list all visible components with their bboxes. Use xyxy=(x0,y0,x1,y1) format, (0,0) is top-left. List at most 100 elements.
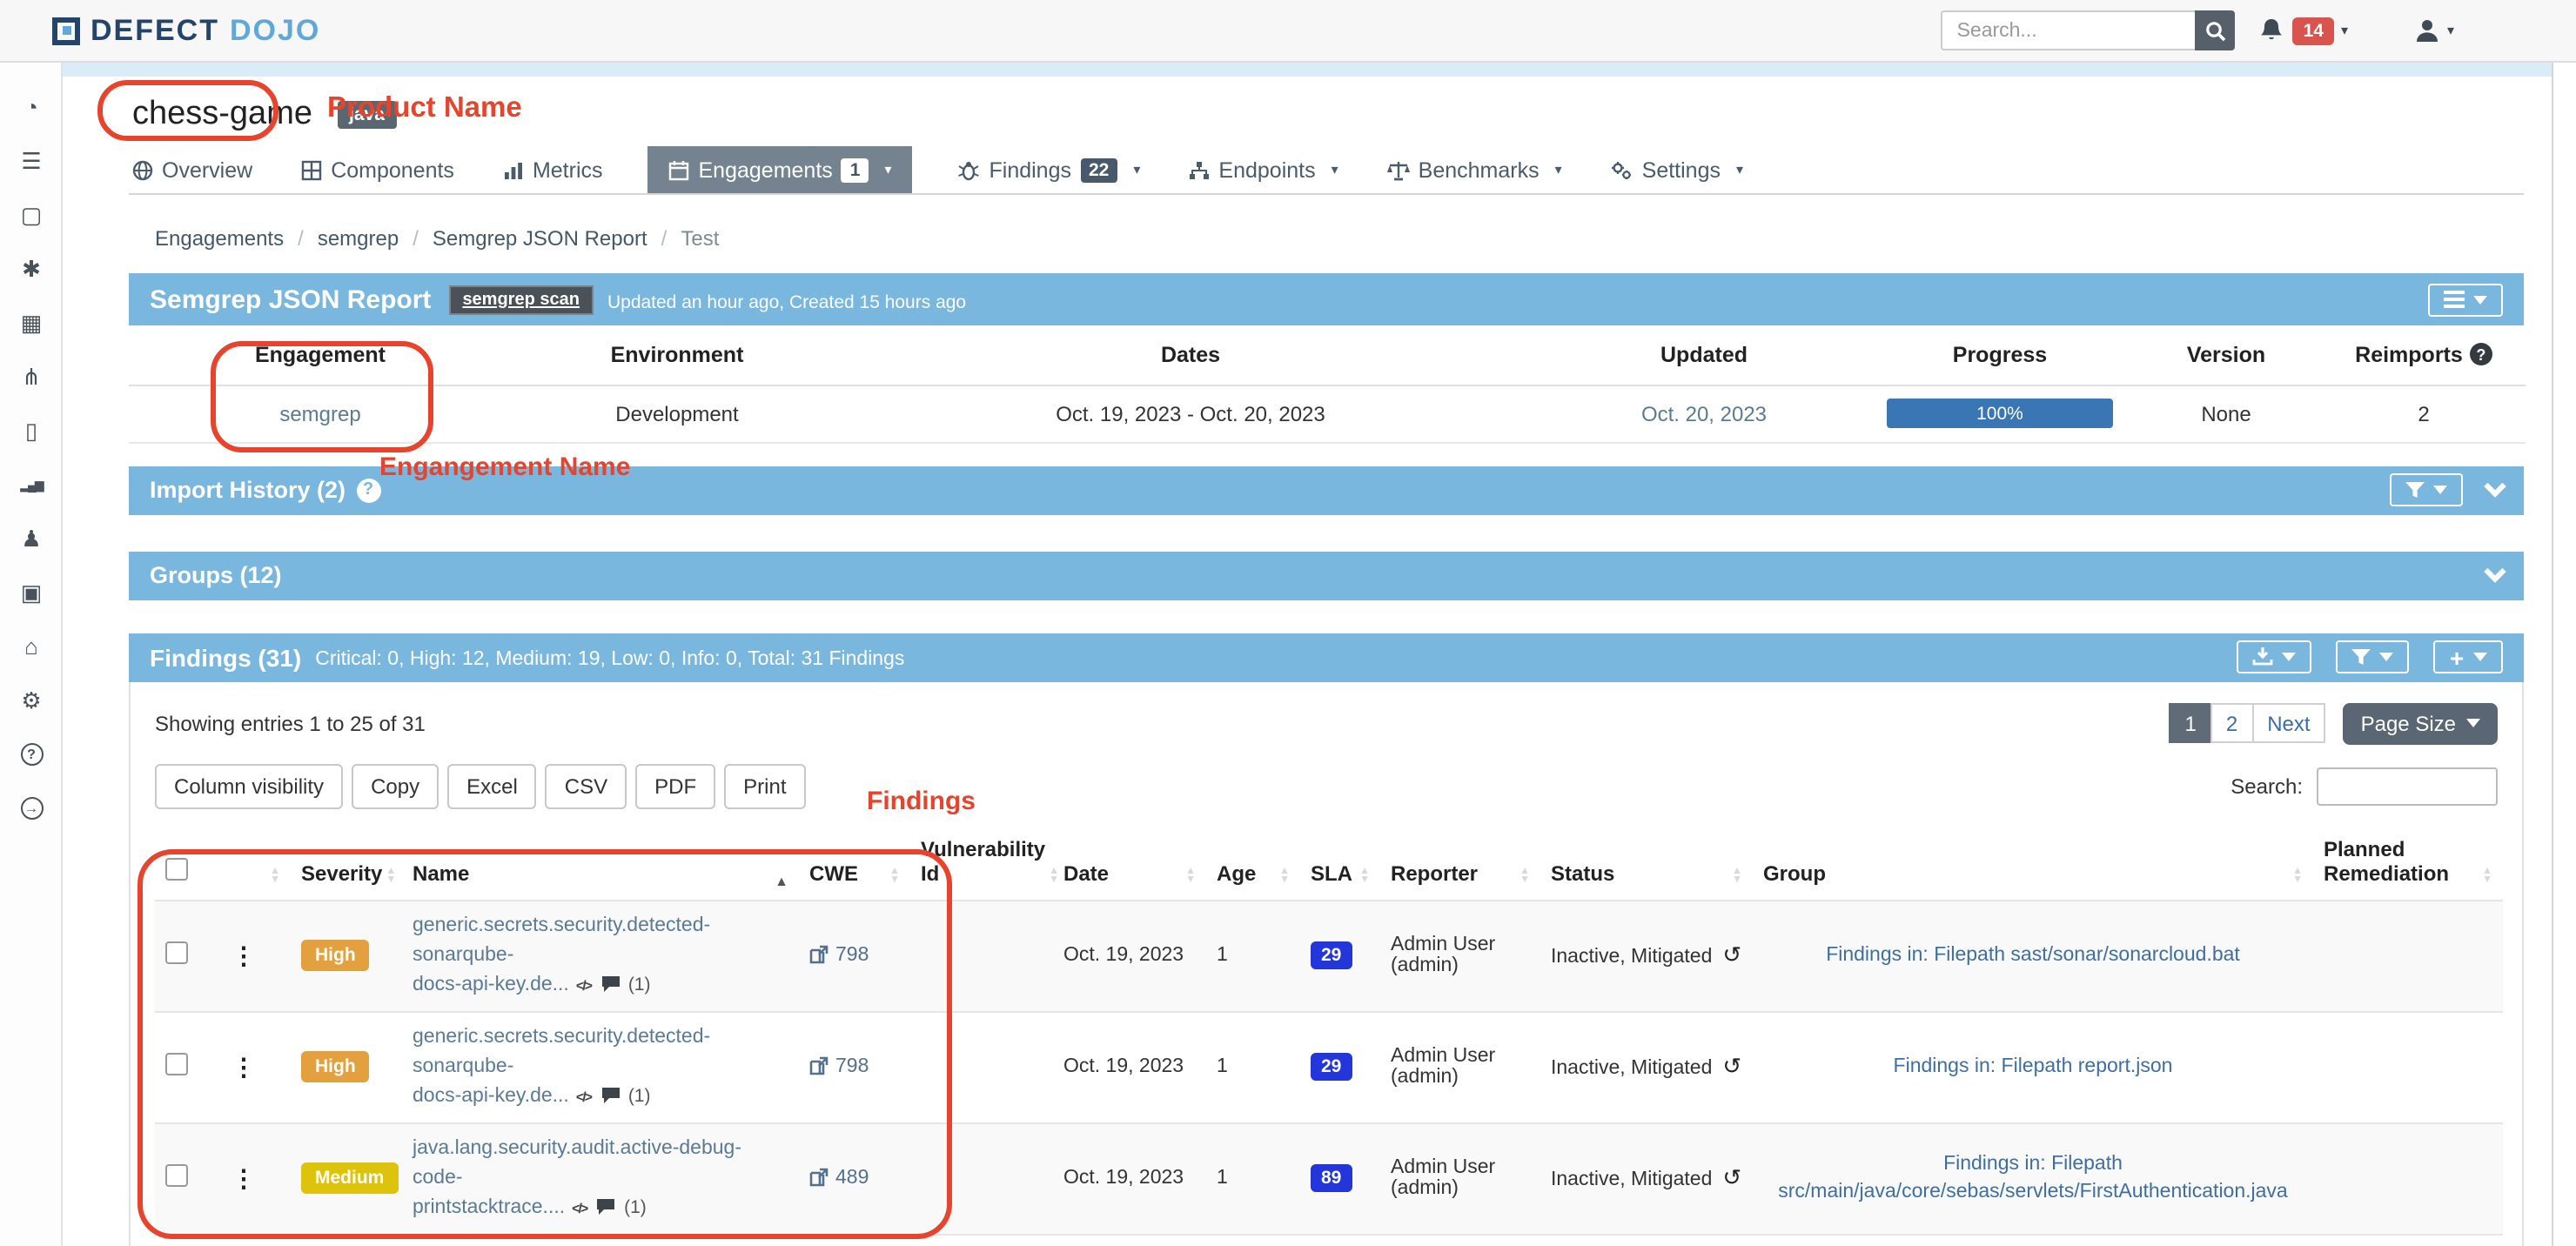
group-link[interactable]: Findings in: Filepath report.json xyxy=(1894,1056,2173,1077)
sidebar-item-settings[interactable]: ⚙ xyxy=(0,673,63,727)
sidebar-item-findings[interactable]: ✱ xyxy=(0,242,63,296)
next-page-button[interactable]: Next xyxy=(2251,703,2325,743)
collapse-chevron-icon[interactable] xyxy=(2484,560,2506,582)
engagement-link[interactable]: semgrep xyxy=(279,401,360,425)
row-checkbox[interactable] xyxy=(165,1164,188,1187)
cwe-link[interactable]: 798 xyxy=(809,945,869,966)
finding-name-link[interactable]: generic.secrets.security.detected-sonarq… xyxy=(413,911,788,1000)
user-menu[interactable]: ▾ xyxy=(2414,17,2454,44)
sidebar-item-help[interactable]: ? xyxy=(0,727,63,781)
column-visibility-button[interactable]: Column visibility xyxy=(155,763,343,808)
sidebar-item-logout[interactable]: → xyxy=(0,781,63,835)
sort-arrows[interactable]: ▲▼ xyxy=(2292,868,2303,885)
finding-name-link[interactable]: generic.secrets.security.detected-sonarq… xyxy=(413,1022,788,1111)
group-link[interactable]: Findings in: Filepath src/main/java/core… xyxy=(1778,1154,2287,1202)
tab-components[interactable]: Components xyxy=(298,146,458,193)
sort-arrows[interactable]: ▲▼ xyxy=(386,868,396,885)
print-button[interactable]: Print xyxy=(724,763,805,808)
scan-type-badge[interactable]: semgrep scan xyxy=(448,285,594,314)
excel-button[interactable]: Excel xyxy=(447,763,537,808)
findings-add-button[interactable]: + xyxy=(2433,640,2503,673)
sidebar-item-users[interactable]: ♟ xyxy=(0,512,63,566)
age-header[interactable]: Age▲▼ xyxy=(1206,829,1300,900)
table-search-input[interactable] xyxy=(2317,767,2498,805)
help-circle-icon[interactable]: ? xyxy=(2470,344,2492,366)
row-actions-kebab-icon[interactable]: ⋮ xyxy=(231,1163,256,1191)
history-icon[interactable]: ↺ xyxy=(1722,1164,1741,1190)
row-checkbox[interactable] xyxy=(165,941,188,964)
sort-arrows[interactable]: ▲▼ xyxy=(1359,868,1370,885)
cwe-header[interactable]: CWE▲▼ xyxy=(799,829,910,900)
row-actions-kebab-icon[interactable]: ⋮ xyxy=(231,1052,256,1080)
tab-overview[interactable]: Overview xyxy=(129,146,256,193)
page-1-button[interactable]: 1 xyxy=(2169,703,2211,743)
sidebar-item-products[interactable]: ▢ xyxy=(0,188,63,242)
select-all-checkbox[interactable] xyxy=(165,857,188,880)
actions-header[interactable]: ▲▼ xyxy=(221,829,291,900)
sidebar-item-reports[interactable]: ▯ xyxy=(0,404,63,458)
cwe-link[interactable]: 798 xyxy=(809,1056,869,1077)
tab-benchmarks[interactable]: Benchmarks ▾ xyxy=(1384,146,1566,193)
copy-button[interactable]: Copy xyxy=(352,763,439,808)
row-checkbox[interactable] xyxy=(165,1053,188,1075)
tab-metrics[interactable]: Metrics xyxy=(500,146,607,193)
name-header[interactable]: Name▲ xyxy=(402,829,799,900)
sidebar-item-queue[interactable]: ☰ xyxy=(0,134,63,188)
defectdojo-logo[interactable]: DEFECT DOJO xyxy=(52,13,320,48)
global-search-button[interactable] xyxy=(2196,10,2236,50)
status-header[interactable]: Status▲▼ xyxy=(1540,829,1753,900)
sort-arrows[interactable]: ▲▼ xyxy=(1732,868,1742,885)
findings-download-button[interactable] xyxy=(2237,640,2311,673)
group-link[interactable]: Findings in: Filepath sast/sonar/sonarcl… xyxy=(1826,945,2240,966)
breadcrumb-engagements[interactable]: Engagements xyxy=(155,226,284,251)
row-actions-kebab-icon[interactable]: ⋮ xyxy=(231,941,256,968)
breadcrumb-report[interactable]: Semgrep JSON Report xyxy=(433,226,647,251)
findings-filter-button[interactable] xyxy=(2336,640,2409,673)
sort-arrows[interactable]: ▲▼ xyxy=(270,868,280,885)
notification-count-badge[interactable]: 14 xyxy=(2293,17,2334,44)
sidebar-item-endpoints[interactable]: ⋔ xyxy=(0,350,63,404)
global-search-input[interactable] xyxy=(1942,10,2196,50)
sort-arrows[interactable]: ▲▼ xyxy=(1519,868,1530,885)
help-circle-icon[interactable]: ? xyxy=(356,478,380,502)
page-2-button[interactable]: 2 xyxy=(2210,703,2253,743)
history-icon[interactable]: ↺ xyxy=(1722,941,1741,968)
planned-remediation-header[interactable]: Planned Remediation▲▼ xyxy=(2313,829,2503,900)
breadcrumb-semgrep[interactable]: semgrep xyxy=(318,226,399,251)
sidebar-item-metrics[interactable]: ▂▄▆ xyxy=(0,458,63,512)
severity-header[interactable]: Severity▲▼ xyxy=(291,829,402,900)
reporter-header[interactable]: Reporter▲▼ xyxy=(1380,829,1540,900)
tab-settings[interactable]: Settings ▾ xyxy=(1607,146,1747,193)
group-header[interactable]: Group▲▼ xyxy=(1753,829,2313,900)
test-menu-button[interactable] xyxy=(2428,283,2503,316)
import-history-filter-button[interactable] xyxy=(2390,473,2463,506)
tab-engagements[interactable]: Engagements 1 ▾ xyxy=(648,146,913,193)
updated-link[interactable]: Oct. 20, 2023 xyxy=(1641,401,1767,425)
sort-arrows[interactable]: ▲▼ xyxy=(1279,868,1290,885)
sort-arrows[interactable]: ▲▼ xyxy=(889,868,900,885)
pdf-button[interactable]: PDF xyxy=(635,763,715,808)
collapse-chevron-icon[interactable] xyxy=(2484,475,2506,497)
tab-findings[interactable]: Findings 22 ▾ xyxy=(955,146,1144,193)
sidebar-item-components[interactable]: ▦ xyxy=(0,296,63,350)
tab-endpoints[interactable]: Endpoints ▾ xyxy=(1185,146,1341,193)
finding-name-link[interactable]: java.lang.security.audit.active-debug-co… xyxy=(413,1134,788,1223)
sidebar-item-calendar[interactable]: ▣ xyxy=(0,566,63,620)
findings-section-header[interactable]: Findings (31) Critical: 0, High: 12, Med… xyxy=(129,633,2524,681)
product-name[interactable]: chess-game xyxy=(132,96,312,134)
sort-arrows[interactable]: ▲▼ xyxy=(1049,868,1059,885)
cwe-link[interactable]: 489 xyxy=(809,1168,869,1189)
sort-arrows[interactable]: ▲▼ xyxy=(1185,868,1196,885)
notifications-bell[interactable] xyxy=(2260,17,2284,44)
vulnerability-id-header[interactable]: Vulnerability Id▲▼ xyxy=(910,829,1053,900)
notifications-caret-icon[interactable]: ▾ xyxy=(2341,23,2348,38)
sidebar-item-announcements[interactable]: ⌂ xyxy=(0,620,63,673)
date-header[interactable]: Date▲▼ xyxy=(1053,829,1206,900)
groups-section-header[interactable]: Groups (12) xyxy=(129,551,2524,600)
sla-header[interactable]: SLA▲▼ xyxy=(1300,829,1380,900)
sidebar-item-dashboard[interactable]: ◔ xyxy=(0,80,63,134)
csv-button[interactable]: CSV xyxy=(546,763,627,808)
page-size-button[interactable]: Page Size xyxy=(2344,702,2498,744)
sort-arrows-active[interactable]: ▲ xyxy=(775,876,788,885)
history-icon[interactable]: ↺ xyxy=(1722,1053,1741,1079)
